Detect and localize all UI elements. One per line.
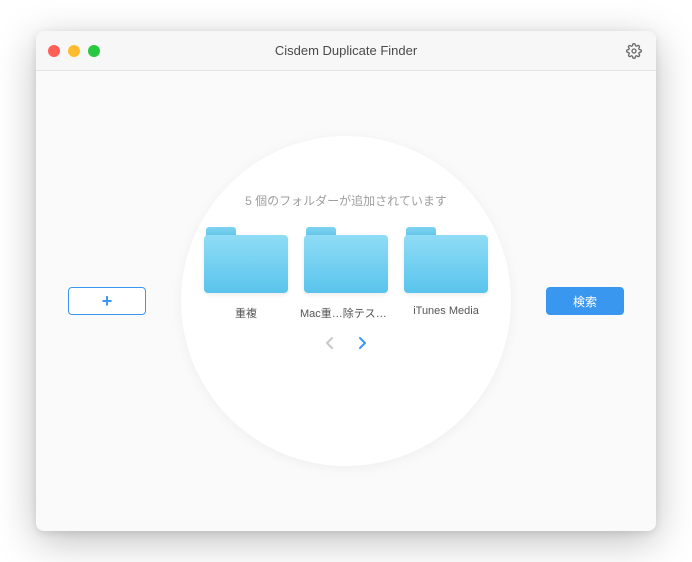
pager [322, 335, 370, 351]
chevron-left-icon [324, 336, 336, 350]
folder-list: 重複 Mac重…除テスト用 iTunes Media [200, 227, 492, 321]
window-title: Cisdem Duplicate Finder [275, 43, 417, 58]
window-controls [48, 45, 100, 57]
maximize-button[interactable] [88, 45, 100, 57]
chevron-right-icon [356, 336, 368, 350]
plus-icon: + [102, 292, 113, 310]
folder-label: iTunes Media [413, 305, 479, 317]
titlebar: Cisdem Duplicate Finder [36, 31, 656, 71]
app-window: Cisdem Duplicate Finder + 5 個のフォルダーが追加され… [36, 31, 656, 531]
search-button[interactable]: 検索 [546, 287, 624, 315]
folder-item[interactable]: iTunes Media [400, 227, 492, 317]
folder-icon [202, 227, 290, 293]
folder-icon [302, 227, 390, 293]
next-page-button[interactable] [354, 335, 370, 351]
prev-page-button[interactable] [322, 335, 338, 351]
folder-item[interactable]: 重複 [200, 227, 292, 321]
settings-button[interactable] [624, 41, 644, 61]
drop-zone[interactable]: 5 個のフォルダーが追加されています 重複 Mac重…除テスト用 [181, 136, 511, 466]
main-content: + 5 個のフォルダーが追加されています 重複 Mac重…除テ [36, 71, 656, 531]
add-folder-button[interactable]: + [68, 287, 146, 315]
gear-icon [626, 43, 642, 59]
folder-icon [402, 227, 490, 293]
folder-label: Mac重…除テスト用 [300, 305, 392, 321]
folder-label: 重複 [235, 305, 257, 321]
status-text: 5 個のフォルダーが追加されています [245, 192, 447, 209]
close-button[interactable] [48, 45, 60, 57]
search-button-label: 検索 [573, 293, 597, 310]
folder-item[interactable]: Mac重…除テスト用 [300, 227, 392, 321]
minimize-button[interactable] [68, 45, 80, 57]
